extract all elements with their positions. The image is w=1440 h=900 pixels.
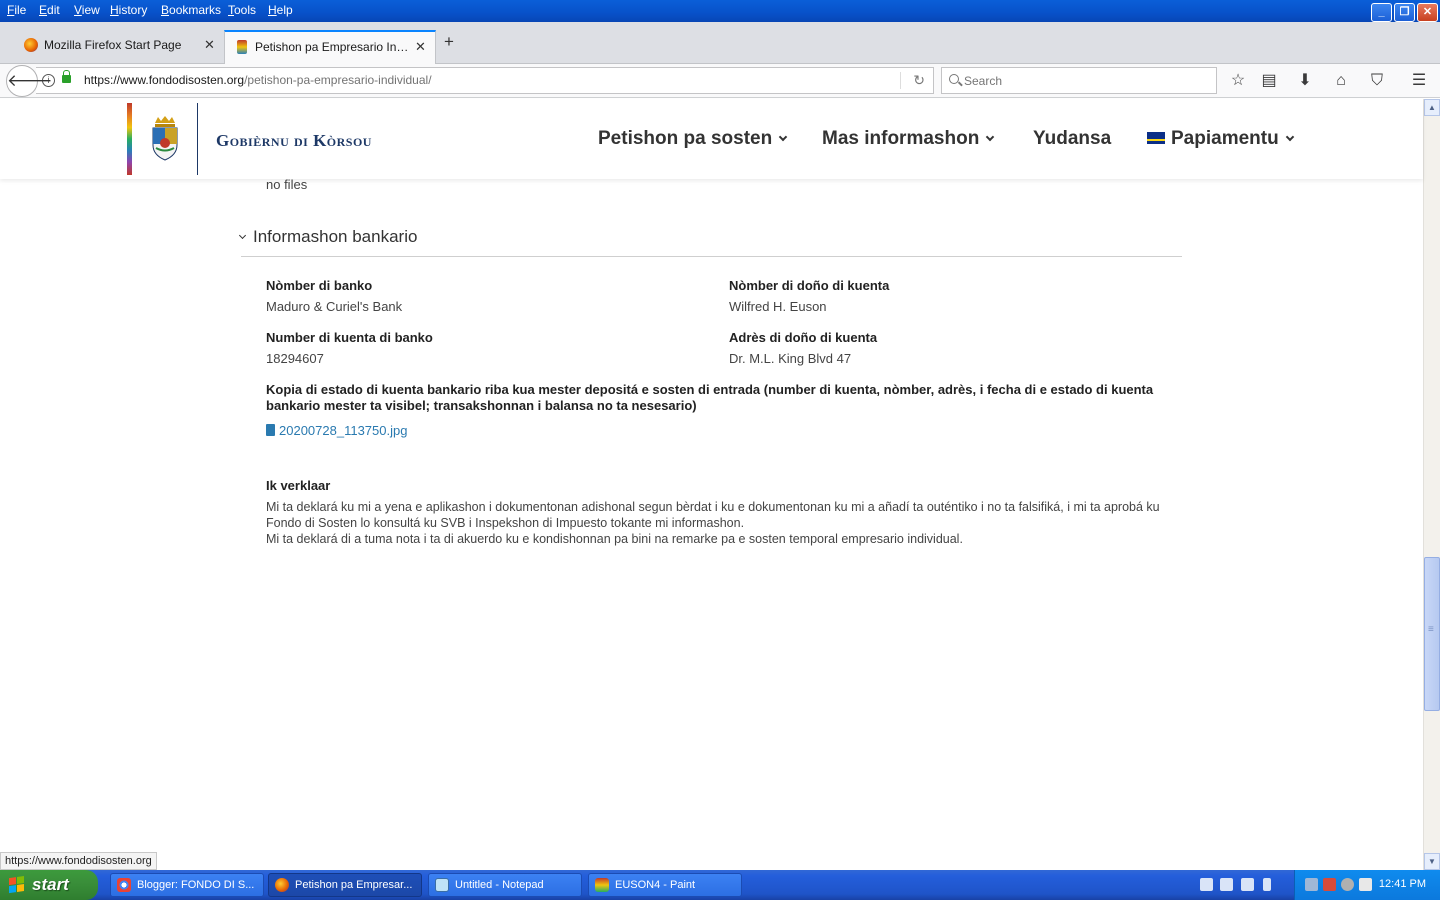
menu-help[interactable]: Help bbox=[268, 3, 293, 17]
scroll-down-icon[interactable]: ▼ bbox=[1424, 853, 1440, 870]
field-value-bank-name: Maduro & Curiel's Bank bbox=[266, 299, 403, 314]
security-icon[interactable] bbox=[1341, 878, 1354, 891]
bookmark-star-icon[interactable]: ☆ bbox=[1228, 71, 1248, 91]
taskbar-item-blogger[interactable]: Blogger: FONDO DI S... bbox=[110, 873, 264, 897]
download-icon[interactable]: ⬇ bbox=[1295, 71, 1315, 91]
new-tab-icon[interactable]: + bbox=[444, 32, 454, 52]
taskbar-item-notepad[interactable]: Untitled - Notepad bbox=[428, 873, 582, 897]
taskbar-item-paint[interactable]: EUSON4 - Paint bbox=[588, 873, 742, 897]
search-icon bbox=[949, 74, 959, 84]
site-logo-text[interactable]: Gobièrnu di Kòrsou bbox=[216, 131, 372, 151]
statement-file-link[interactable]: 20200728_113750.jpg bbox=[266, 423, 407, 438]
section-divider bbox=[241, 256, 1182, 257]
close-window-button[interactable]: ✕ bbox=[1417, 3, 1438, 22]
close-tab-icon[interactable]: ✕ bbox=[415, 39, 426, 55]
vertical-scrollbar[interactable]: ▲ ▼ bbox=[1423, 99, 1440, 870]
field-value-owner-name: Wilfred H. Euson bbox=[729, 299, 827, 314]
pocket-icon[interactable]: ⛉ bbox=[1367, 71, 1387, 91]
site-header: Gobièrnu di Kòrsou Petishon pa sosten Ma… bbox=[0, 99, 1423, 179]
firefox-icon bbox=[275, 878, 289, 892]
menu-file[interactable]: File bbox=[7, 3, 26, 17]
language-bar-icon[interactable] bbox=[1220, 878, 1233, 891]
url-separator bbox=[900, 72, 901, 89]
windows-logo-icon bbox=[9, 876, 25, 894]
scroll-thumb[interactable] bbox=[1424, 557, 1440, 711]
wifi-icon[interactable] bbox=[1359, 878, 1372, 891]
menu-edit[interactable]: Edit bbox=[39, 3, 60, 17]
chrome-icon bbox=[117, 878, 131, 892]
help-icon[interactable] bbox=[1241, 878, 1254, 891]
nav-language[interactable]: Papiamentu bbox=[1147, 128, 1294, 150]
field-label-owner-address: Adrès di doño di kuenta bbox=[729, 330, 878, 345]
tab-label: Petishon pa Empresario Indivi... bbox=[255, 40, 411, 54]
section-toggle-bank-info[interactable]: Informashon bankario bbox=[238, 227, 418, 247]
chevron-down-icon bbox=[238, 231, 247, 240]
taskbar-item-firefox[interactable]: Petishon pa Empresar... bbox=[268, 873, 422, 897]
field-value-owner-address: Dr. M.L. King Blvd 47 bbox=[729, 351, 852, 366]
taskbar-clock[interactable]: 12:41 PM bbox=[1379, 878, 1426, 890]
paint-icon bbox=[595, 878, 609, 892]
curacao-flag-icon bbox=[1147, 132, 1165, 144]
no-files-text: no files bbox=[266, 177, 308, 192]
system-tray: 12:41 PM bbox=[1294, 870, 1440, 900]
windows-taskbar: start Blogger: FONDO DI S... Petishon pa… bbox=[0, 870, 1440, 900]
field-label-owner-name: Nòmber di doño di kuenta bbox=[729, 278, 890, 293]
nav-toolbar: i https://www.fondodisosten.org/petishon… bbox=[0, 64, 1440, 98]
tab-label: Mozilla Firefox Start Page bbox=[44, 38, 182, 52]
scroll-up-icon[interactable]: ▲ bbox=[1424, 99, 1440, 116]
declaration-line: Mi ta deklará ku mi a yena e aplikashon … bbox=[266, 500, 1160, 530]
restore-language-bar-icon[interactable] bbox=[1263, 878, 1271, 891]
logo-color-stripe bbox=[127, 103, 132, 175]
home-icon[interactable]: ⌂ bbox=[1331, 71, 1351, 91]
declaration-title: Ik verklaar bbox=[266, 478, 331, 493]
tab-petishon[interactable]: Petishon pa Empresario Indivi... ✕ bbox=[224, 30, 436, 64]
nav-mas-informashon[interactable]: Mas informashon bbox=[822, 128, 995, 150]
back-arrow-icon: 🡐 bbox=[7, 71, 53, 90]
hamburger-menu-icon[interactable]: ☰ bbox=[1409, 71, 1429, 91]
nav-petishon-pa-sosten[interactable]: Petishon pa sosten bbox=[598, 128, 788, 150]
minimize-button[interactable]: _ bbox=[1371, 3, 1392, 22]
chevron-down-icon bbox=[986, 132, 995, 142]
field-value-account-number: 18294607 bbox=[266, 351, 324, 366]
declaration-text: Mi ta deklará ku mi a yena e aplikashon … bbox=[266, 499, 1166, 547]
start-button[interactable]: start bbox=[0, 870, 98, 900]
url-bar[interactable]: i https://www.fondodisosten.org/petishon… bbox=[36, 67, 934, 94]
chevron-down-icon bbox=[778, 132, 788, 142]
menu-tools[interactable]: Tools bbox=[228, 3, 256, 17]
url-text[interactable]: https://www.fondodisosten.org/petishon-p… bbox=[84, 68, 432, 93]
network-icon[interactable] bbox=[1305, 878, 1318, 891]
search-bar[interactable] bbox=[941, 67, 1217, 94]
image-file-icon bbox=[266, 424, 275, 436]
field-label-bank-name: Nòmber di banko bbox=[266, 278, 373, 293]
menu-view[interactable]: View bbox=[74, 3, 100, 17]
network-disconnected-icon[interactable] bbox=[1323, 878, 1336, 891]
field-label-account-number: Number di kuenta di banko bbox=[266, 330, 433, 345]
tab-strip: Mozilla Firefox Start Page ✕ Petishon pa… bbox=[0, 22, 1440, 64]
start-label: start bbox=[32, 875, 69, 894]
menu-history[interactable]: History bbox=[110, 3, 147, 17]
menu-bookmarks[interactable]: Bookmarks bbox=[161, 3, 221, 17]
declaration-line: Mi ta deklará di a tuma nota i ta di aku… bbox=[266, 532, 963, 546]
library-icon[interactable]: ▤ bbox=[1259, 71, 1279, 91]
site-favicon-icon bbox=[237, 40, 247, 54]
coat-of-arms-icon bbox=[152, 116, 178, 161]
lock-icon[interactable] bbox=[62, 70, 71, 83]
status-url-tooltip: https://www.fondodisosten.org bbox=[0, 852, 157, 870]
reload-icon[interactable]: ↻ bbox=[913, 68, 925, 93]
notepad-icon bbox=[435, 878, 449, 892]
tab-start-page[interactable]: Mozilla Firefox Start Page ✕ bbox=[0, 30, 222, 64]
chevron-down-icon bbox=[1285, 132, 1294, 142]
restore-button[interactable]: ❐ bbox=[1394, 3, 1415, 22]
pen-tool-icon[interactable] bbox=[1200, 878, 1213, 891]
page-content: no files Informashon bankario Nòmber di … bbox=[0, 99, 1423, 870]
back-button[interactable]: 🡐 bbox=[6, 65, 53, 97]
nav-yudansa[interactable]: Yudansa bbox=[1033, 128, 1111, 150]
statement-copy-label: Kopia di estado di kuenta bankario riba … bbox=[266, 382, 1154, 413]
close-tab-icon[interactable]: ✕ bbox=[204, 37, 215, 53]
menu-bar: File Edit View History Bookmarks Tools H… bbox=[0, 0, 1440, 22]
firefox-icon bbox=[24, 38, 38, 52]
search-input[interactable] bbox=[964, 69, 1204, 92]
section-title: Informashon bankario bbox=[253, 227, 418, 246]
logo-divider bbox=[197, 103, 198, 175]
